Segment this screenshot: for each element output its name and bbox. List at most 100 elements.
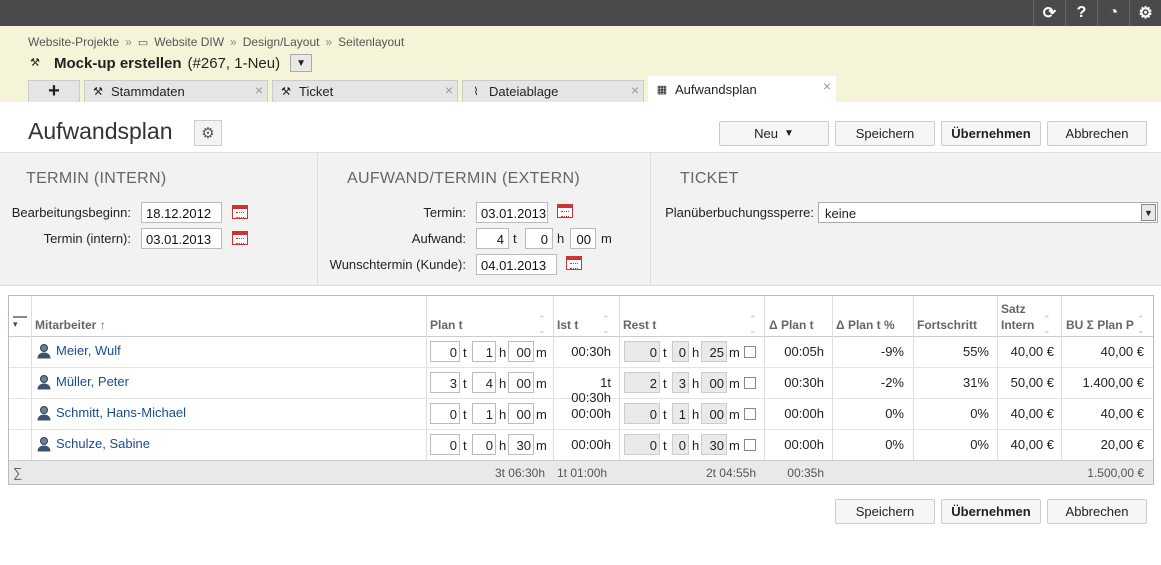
aufwand-hours-input[interactable]: 0: [525, 228, 553, 249]
rest-days-input[interactable]: 0: [624, 403, 660, 424]
rest-hours-input[interactable]: 3: [672, 372, 689, 393]
ist-value: 00:30h: [571, 344, 611, 359]
plan-days-input[interactable]: 0: [430, 403, 460, 424]
sort-asc-icon: ↑: [99, 318, 106, 332]
rest-checkbox[interactable]: [744, 408, 756, 420]
refresh-icon[interactable]: ⟳: [1033, 0, 1065, 26]
rest-hours-input[interactable]: 0: [672, 434, 689, 455]
rest-hours-input[interactable]: 1: [672, 403, 689, 424]
plan-minutes-input[interactable]: 00: [508, 372, 534, 393]
gear-icon[interactable]: ⚙: [194, 120, 222, 146]
close-icon[interactable]: ×: [823, 78, 831, 94]
rest-checkbox[interactable]: [744, 439, 756, 451]
tab-dateiablage[interactable]: ⌇ Dateiablage ×: [462, 80, 644, 102]
sperre-select[interactable]: keine ▼: [818, 202, 1158, 223]
plan-hours-input[interactable]: 0: [472, 434, 496, 455]
breadcrumb-item[interactable]: Website DIW: [154, 35, 224, 49]
apply-button-bottom[interactable]: Übernehmen: [941, 499, 1041, 524]
termin-intern-label: Termin (intern):: [43, 231, 131, 246]
dplan-value: 00:00h: [784, 406, 824, 421]
table-row: Schulze, Sabine 0 t 0 h 30 m 00:00h 0 t 0 h 30 m 00:00…: [9, 430, 1153, 461]
wunschtermin-label: Wunschtermin (Kunde):: [329, 257, 466, 272]
sort-icon[interactable]: ⌃ ⌄: [1137, 314, 1145, 336]
column-chooser-icon[interactable]: ▾: [13, 316, 27, 329]
plan-days-input[interactable]: 0: [430, 341, 460, 362]
calendar-icon[interactable]: [557, 204, 573, 218]
termin-intern-input[interactable]: 03.01.2013: [141, 228, 222, 249]
column-mitarbeiter[interactable]: Mitarbeiter ↑: [35, 318, 106, 332]
section-ticket: TICKET: [680, 170, 739, 187]
rest-minutes-input[interactable]: 30: [701, 434, 727, 455]
plan-hours-input[interactable]: 1: [472, 341, 496, 362]
employee-link[interactable]: Müller, Peter: [56, 374, 129, 389]
column-dplan[interactable]: Δ Plan t: [769, 318, 814, 332]
ticket-menu-button[interactable]: ▼: [290, 54, 313, 72]
table-row: Schmitt, Hans-Michael 0 t 1 h 00 m 00:00h 0 t 1 h 00…: [9, 399, 1153, 430]
column-ist[interactable]: Ist t: [557, 318, 578, 332]
rest-minutes-input[interactable]: 00: [701, 403, 727, 424]
plan-hours-input[interactable]: 1: [472, 403, 496, 424]
aufwand-days-input[interactable]: 4: [476, 228, 509, 249]
employee-link[interactable]: Meier, Wulf: [56, 343, 121, 358]
rest-hours-input[interactable]: 0: [672, 341, 689, 362]
tab-stammdaten[interactable]: ⚒ Stammdaten ×: [84, 80, 268, 102]
column-dplan-percent[interactable]: Δ Plan t %: [836, 318, 895, 332]
rest-checkbox[interactable]: [744, 346, 756, 358]
save-button-bottom[interactable]: Speichern: [835, 499, 935, 524]
add-tab-button[interactable]: +: [28, 80, 80, 102]
plan-hours-input[interactable]: 4: [472, 372, 496, 393]
calendar-icon[interactable]: [232, 205, 248, 219]
breadcrumb-item[interactable]: Seitenlayout: [338, 35, 404, 49]
column-plan[interactable]: Plan t: [430, 318, 463, 332]
plan-days-input[interactable]: 0: [430, 434, 460, 455]
wunschtermin-input[interactable]: 04.01.2013: [476, 254, 557, 275]
plan-minutes-input[interactable]: 00: [508, 403, 534, 424]
rest-days-input[interactable]: 0: [624, 434, 660, 455]
sort-icon[interactable]: ⌃ ⌄: [749, 314, 757, 336]
plan-minutes-input[interactable]: 30: [508, 434, 534, 455]
plan-minutes-input[interactable]: 00: [508, 341, 534, 362]
plan-days-input[interactable]: 3: [430, 372, 460, 393]
timer-icon[interactable]: ◔: [1097, 0, 1129, 26]
close-icon[interactable]: ×: [631, 82, 639, 98]
rest-minutes-input[interactable]: 25: [701, 341, 727, 362]
rest-minutes-input[interactable]: 00: [701, 372, 727, 393]
calendar-icon[interactable]: [232, 231, 248, 245]
dplan-percent-value: -2%: [880, 375, 904, 390]
tab-aufwandsplan[interactable]: ▦ Aufwandsplan ×: [648, 76, 836, 102]
bearbeitungsbeginn-label: Bearbeitungsbeginn:: [11, 205, 131, 220]
sort-icon[interactable]: ⌃ ⌄: [1043, 314, 1051, 336]
aufwand-minutes-input[interactable]: 00: [570, 228, 596, 249]
settings-icon[interactable]: ⚙: [1129, 0, 1161, 26]
calendar-icon[interactable]: [566, 256, 582, 270]
tab-ticket[interactable]: ⚒ Ticket ×: [272, 80, 458, 102]
save-button[interactable]: Speichern: [835, 121, 935, 146]
breadcrumb-item[interactable]: Website-Projekte: [28, 35, 119, 49]
column-bu-plan[interactable]: BU Σ Plan P: [1066, 318, 1134, 332]
bearbeitungsbeginn-input[interactable]: 18.12.2012: [141, 202, 222, 223]
tab-bar: + ⚒ Stammdaten × ⚒ Ticket × ⌇ Dateiablag…: [28, 76, 840, 102]
rest-days-input[interactable]: 0: [624, 341, 660, 362]
sort-icon[interactable]: ⌃ ⌄: [538, 314, 546, 336]
user-icon: [36, 374, 52, 390]
close-icon[interactable]: ×: [255, 82, 263, 98]
dplan-value: 00:00h: [784, 437, 824, 452]
sort-icon[interactable]: ⌃ ⌄: [602, 314, 610, 336]
cancel-button-bottom[interactable]: Abbrechen: [1047, 499, 1147, 524]
column-satz[interactable]: Satz: [1001, 302, 1026, 316]
column-fortschritt[interactable]: Fortschritt: [917, 318, 977, 332]
table-row: Müller, Peter 3 t 4 h 00 m 1t 00:30h 2 t 3 h 00 m 00:3…: [9, 368, 1153, 405]
cancel-button[interactable]: Abbrechen: [1047, 121, 1147, 146]
rest-checkbox[interactable]: [744, 377, 756, 389]
column-rest[interactable]: Rest t: [623, 318, 656, 332]
chevron-down-icon[interactable]: ▼: [1141, 204, 1156, 221]
termin-extern-input[interactable]: 03.01.2013: [476, 202, 548, 223]
breadcrumb-item[interactable]: Design/Layout: [243, 35, 320, 49]
rest-days-input[interactable]: 2: [624, 372, 660, 393]
help-icon[interactable]: ?: [1065, 0, 1097, 26]
employee-link[interactable]: Schmitt, Hans-Michael: [56, 405, 186, 420]
new-button[interactable]: Neu ▼: [719, 121, 829, 146]
apply-button[interactable]: Übernehmen: [941, 121, 1041, 146]
close-icon[interactable]: ×: [445, 82, 453, 98]
employee-link[interactable]: Schulze, Sabine: [56, 436, 150, 451]
